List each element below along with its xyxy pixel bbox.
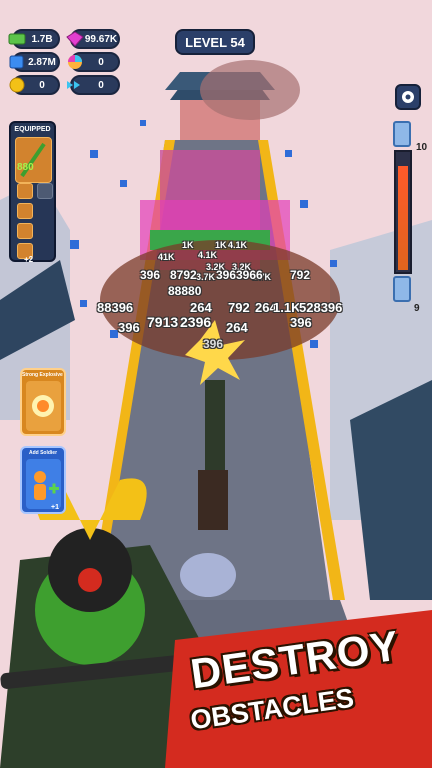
equipment-slot[interactable] <box>17 203 33 219</box>
cash-value: 1.7B <box>31 33 53 45</box>
spin-value: 0 <box>98 56 104 68</box>
arrow-icon <box>66 76 84 94</box>
blue-gem-icon <box>8 53 26 71</box>
equipped-weapon[interactable] <box>15 137 52 183</box>
equipped-panel[interactable]: EQUIPPED 880 <box>9 121 56 262</box>
coin-icon <box>8 76 26 94</box>
damage-number: 8792 <box>170 268 197 282</box>
damage-number: 88880 <box>168 284 202 298</box>
spin-counter: 0 <box>68 52 120 72</box>
card-title: Strong Explosive Sh... <box>22 372 64 378</box>
meter-top-count: 10 <box>416 142 428 153</box>
pink-gem-icon <box>66 30 84 48</box>
damage-number: 2396 <box>180 314 212 330</box>
level-indicator: LEVEL 54 <box>175 29 255 55</box>
damage-number: 264 <box>190 300 212 315</box>
settings-button[interactable] <box>395 84 421 110</box>
color-wheel-icon <box>66 53 84 71</box>
damage-number: 264 <box>226 320 248 335</box>
damage-number: 1K <box>182 240 194 250</box>
damage-number: 1K <box>215 240 227 250</box>
cash-icon <box>8 30 26 48</box>
damage-number: 396 <box>140 268 161 282</box>
blue-gem-value: 2.87M <box>28 56 56 68</box>
equipment-slot[interactable] <box>17 223 33 239</box>
blue-gem-counter: 2.87M <box>9 52 60 72</box>
power-meter <box>394 150 412 274</box>
explosion-icon <box>26 381 61 431</box>
damage-number: 792 <box>228 300 250 315</box>
horned-helmet <box>180 553 236 597</box>
damage-number: 4.1K <box>198 250 218 260</box>
squad-max-icon <box>393 121 411 147</box>
damage-number: 396 <box>216 268 237 282</box>
equipment-slot[interactable] <box>17 183 33 199</box>
sword-icon <box>20 142 46 178</box>
damage-number: 1.1K <box>273 300 301 315</box>
cash-counter: 1.7B <box>8 29 60 49</box>
slot-badge: +2 <box>24 255 34 264</box>
coin-counter: 0 <box>9 75 60 95</box>
damage-number: 396 <box>290 315 312 330</box>
squad-current-icon <box>393 276 411 302</box>
gear-icon <box>402 91 414 103</box>
gem-counter: 99.67K <box>66 29 120 49</box>
damage-number: 528396 <box>299 300 343 315</box>
meter-bottom-count: 9 <box>414 303 420 314</box>
soldier-icon <box>26 459 61 509</box>
damage-number: 88396 <box>97 300 134 315</box>
damage-number: 3.7K <box>196 272 216 282</box>
weapon-power: 880 <box>17 162 34 173</box>
upgrade-card-add-soldier[interactable]: Add Soldier +1 <box>20 446 66 514</box>
power-meter-fill <box>398 166 408 270</box>
damage-number: 792 <box>290 268 311 282</box>
damage-number: 396 <box>203 337 224 351</box>
card-badge: +1 <box>51 504 59 511</box>
damage-number: 41K <box>158 252 175 262</box>
arrow-counter: 0 <box>67 75 120 95</box>
damage-number: 3966 <box>236 268 263 282</box>
equipment-slot[interactable] <box>37 183 53 199</box>
upgrade-card-explosive[interactable]: Strong Explosive Sh... <box>20 368 66 436</box>
arrow-value: 0 <box>98 79 104 91</box>
equipped-title: EQUIPPED <box>14 126 51 133</box>
damage-number: 4.1K <box>228 240 248 250</box>
damage-number: 396 <box>118 320 140 335</box>
card-title: Add Soldier <box>28 450 58 456</box>
damage-number: 7913 <box>147 314 179 330</box>
gem-value: 99.67K <box>84 33 118 45</box>
coin-value: 0 <box>39 79 45 91</box>
